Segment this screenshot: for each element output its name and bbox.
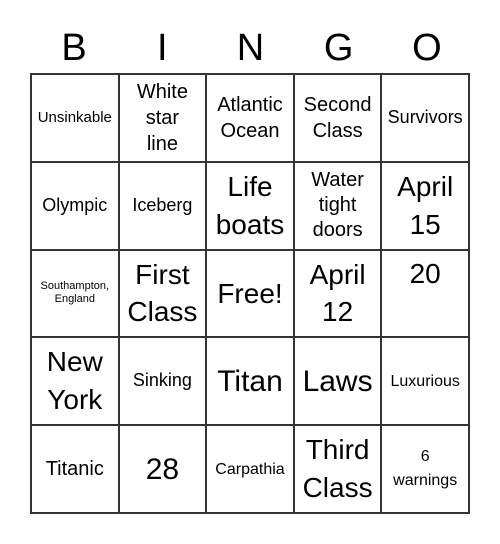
bingo-cell-free[interactable]: Free! — [206, 249, 294, 338]
bingo-cell[interactable]: Iceberg — [118, 161, 207, 250]
bingo-cell[interactable]: Carpathia — [206, 425, 294, 513]
bingo-cell[interactable]: White star line — [118, 74, 207, 162]
bingo-cell[interactable]: Life boats — [206, 161, 294, 250]
bingo-cell[interactable]: Titan — [206, 337, 294, 426]
bingo-cell[interactable]: Survivors — [381, 74, 469, 162]
bingo-cell[interactable]: Second Class — [293, 74, 382, 162]
bingo-cell[interactable]: April 12 — [293, 249, 382, 338]
header-letter-n: N — [236, 27, 265, 69]
bingo-cell[interactable]: Laws — [293, 337, 382, 426]
bingo-cell[interactable]: 6 warnings — [381, 425, 469, 513]
bingo-cell[interactable]: 20 — [381, 249, 469, 338]
bingo-grid: Unsinkable White star line Atlantic Ocea… — [30, 73, 470, 514]
bingo-header: B I N G O — [30, 22, 471, 74]
bingo-cell[interactable]: Atlantic Ocean — [206, 74, 294, 162]
bingo-cell[interactable]: April 15 — [381, 161, 469, 250]
header-letter-b: B — [61, 27, 87, 69]
header-letter-o: O — [412, 27, 442, 69]
bingo-cell[interactable]: Sinking — [118, 337, 207, 426]
bingo-cell[interactable]: 28 — [118, 425, 207, 513]
bingo-cell[interactable]: First Class — [118, 249, 207, 338]
header-letter-g: G — [323, 27, 354, 69]
bingo-cell[interactable]: Titanic — [31, 425, 119, 513]
bingo-cell[interactable]: Water tight doors — [293, 161, 382, 250]
bingo-cell[interactable]: Southampton, England — [31, 249, 119, 338]
bingo-cell[interactable]: Unsinkable — [31, 74, 119, 162]
bingo-cell[interactable]: Third Class — [293, 425, 382, 513]
header-letter-i: I — [157, 27, 168, 69]
bingo-cell[interactable]: Olympic — [31, 161, 119, 250]
bingo-cell[interactable]: Luxurious — [381, 337, 469, 426]
bingo-cell[interactable]: New York — [31, 337, 119, 426]
